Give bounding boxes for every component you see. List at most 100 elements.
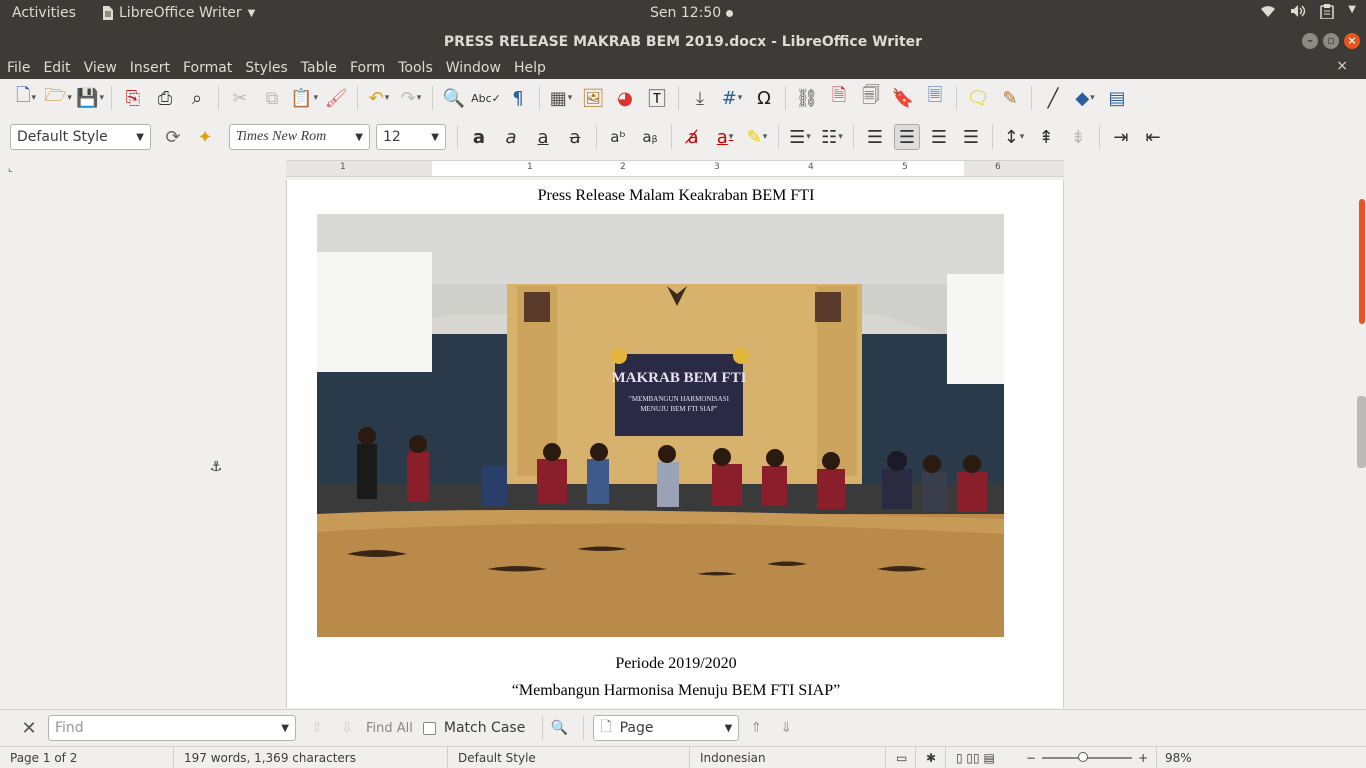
menu-file[interactable]: File <box>0 60 37 76</box>
insert-cross-reference-icon[interactable]: 🗏 <box>922 85 948 111</box>
insert-chart-icon[interactable]: ◕ <box>612 85 638 111</box>
sidebar-toggle-handle[interactable] <box>1357 396 1366 468</box>
word-count[interactable]: 197 words, 1,369 characters <box>174 747 448 768</box>
unordered-list-icon[interactable]: ☰ <box>787 124 813 150</box>
align-left-icon[interactable]: ☰ <box>862 124 888 150</box>
menu-table[interactable]: Table <box>295 60 344 76</box>
draw-functions-icon[interactable]: ▤ <box>1104 85 1130 111</box>
bold-icon[interactable]: a <box>466 124 492 150</box>
menu-styles[interactable]: Styles <box>239 60 294 76</box>
subscript-icon[interactable]: aᵦ <box>637 124 663 150</box>
insert-field-icon[interactable]: # <box>719 85 745 111</box>
formatting-marks-icon[interactable]: ¶ <box>505 85 531 111</box>
menu-help[interactable]: Help <box>508 60 553 76</box>
insert-image-icon[interactable]: 🖼 <box>580 85 606 111</box>
horizontal-ruler[interactable]: 1 1 2 3 4 5 6 <box>286 160 1064 177</box>
view-layout-icons[interactable]: ▯ ▯▯ ▤ <box>946 747 1016 768</box>
find-next-icon[interactable]: ⇩ <box>336 717 358 739</box>
insert-hyperlink-icon[interactable]: ⛓ <box>794 85 820 111</box>
insert-textbox-icon[interactable]: 🅃 <box>644 85 670 111</box>
clear-formatting-icon[interactable]: a̸ <box>680 124 706 150</box>
navigate-previous-icon[interactable]: ⇑ <box>745 717 767 739</box>
superscript-icon[interactable]: aᵇ <box>605 124 631 150</box>
menu-tools[interactable]: Tools <box>392 60 440 76</box>
zoom-percentage[interactable]: 98% <box>1156 747 1200 768</box>
track-changes-icon[interactable]: ✎ <box>997 85 1023 111</box>
clock[interactable]: Sen 12:50 <box>650 5 734 21</box>
copy-icon[interactable]: ⧉ <box>259 85 285 111</box>
find-previous-icon[interactable]: ⇧ <box>306 717 328 739</box>
spelling-icon[interactable]: Abc✓ <box>471 85 501 111</box>
font-name-select[interactable]: Times New Rom ▼ <box>229 124 370 150</box>
insert-endnote-icon[interactable]: 🗐 <box>858 85 884 111</box>
activities-button[interactable]: Activities <box>12 5 76 21</box>
menu-window[interactable]: Window <box>440 60 508 76</box>
print-preview-icon[interactable]: ⌕ <box>184 85 210 111</box>
find-replace-icon[interactable]: 🔍 <box>441 85 467 111</box>
export-pdf-icon[interactable]: ⎘ <box>120 85 146 111</box>
save-icon[interactable]: 💾 <box>76 85 103 111</box>
underline-icon[interactable]: a <box>530 124 556 150</box>
insert-footnote-icon[interactable]: 🗎 <box>826 85 852 111</box>
find-all-button[interactable]: Find All <box>366 721 413 736</box>
find-replace-icon[interactable]: 🔍 <box>548 717 570 739</box>
close-icon[interactable]: × <box>1344 33 1360 49</box>
align-right-icon[interactable]: ☰ <box>926 124 952 150</box>
cut-icon[interactable]: ✂ <box>227 85 253 111</box>
navigate-next-icon[interactable]: ⇓ <box>775 717 797 739</box>
system-tray[interactable]: ▼ <box>1260 4 1356 19</box>
zoom-track[interactable] <box>1042 751 1133 762</box>
page-style[interactable]: Default Style <box>448 747 690 768</box>
minimize-icon[interactable]: – <box>1302 33 1318 49</box>
zoom-thumb[interactable] <box>1078 751 1089 762</box>
anchor-icon[interactable]: ⚓ <box>207 459 225 477</box>
zoom-slider[interactable]: − + <box>1016 747 1156 768</box>
document-modified-icon[interactable]: ✱ <box>916 747 946 768</box>
menu-insert[interactable]: Insert <box>124 60 177 76</box>
language[interactable]: Indonesian <box>690 747 886 768</box>
close-find-icon[interactable]: ✕ <box>18 717 40 739</box>
decrease-indent-icon[interactable]: ⇤ <box>1140 124 1166 150</box>
paragraph-style-select[interactable]: Default Style ▼ <box>10 124 151 150</box>
strikethrough-icon[interactable]: a <box>562 124 588 150</box>
header-text[interactable]: Press Release Malam Keakraban BEM FTI <box>287 187 1065 205</box>
undo-icon[interactable]: ↶ <box>366 85 392 111</box>
insert-comment-icon[interactable]: 🗨 <box>965 85 991 111</box>
tab-stop-corner-icon[interactable]: ⌞ <box>8 163 13 174</box>
find-input[interactable]: Find ▼ <box>48 715 296 741</box>
increase-indent-icon[interactable]: ⇥ <box>1108 124 1134 150</box>
ordered-list-icon[interactable]: ☷ <box>819 124 845 150</box>
period-text[interactable]: Periode 2019/2020 <box>287 655 1065 673</box>
insert-table-icon[interactable]: ▦ <box>548 85 574 111</box>
align-center-icon[interactable]: ☰ <box>894 124 920 150</box>
update-style-icon[interactable]: ⟳ <box>160 124 186 150</box>
paste-icon[interactable]: 📋 <box>290 85 317 111</box>
insert-special-character-icon[interactable]: Ω <box>751 85 777 111</box>
search-scope-select[interactable]: 🗋 Page ▼ <box>593 715 740 741</box>
line-spacing-icon[interactable]: ↕ <box>1001 124 1027 150</box>
font-color-icon[interactable]: a <box>712 124 738 150</box>
menu-view[interactable]: View <box>78 60 124 76</box>
menu-format[interactable]: Format <box>177 60 239 76</box>
maximize-icon[interactable]: ▫ <box>1323 33 1339 49</box>
increase-paragraph-spacing-icon[interactable]: ⇞ <box>1033 124 1059 150</box>
zoom-in-icon[interactable]: + <box>1138 751 1148 765</box>
new-style-icon[interactable]: ✦ <box>192 124 218 150</box>
match-case-checkbox[interactable] <box>422 721 436 735</box>
app-menu[interactable]: LibreOffice Writer ▼ <box>102 5 255 21</box>
close-document-icon[interactable]: × <box>1336 58 1348 74</box>
basic-shapes-icon[interactable]: ◆ <box>1072 85 1098 111</box>
insert-page-break-icon[interactable]: ⤓ <box>687 85 713 111</box>
document-page[interactable]: Press Release Malam Keakraban BEM FTI MA… <box>286 180 1064 708</box>
print-icon[interactable]: ⎙ <box>152 85 178 111</box>
decrease-paragraph-spacing-icon[interactable]: ⇟ <box>1065 124 1091 150</box>
font-size-select[interactable]: 12 ▼ <box>376 124 446 150</box>
insert-line-icon[interactable]: ╱ <box>1040 85 1066 111</box>
redo-icon[interactable]: ↷ <box>398 85 424 111</box>
page-indicator[interactable]: Page 1 of 2 <box>0 747 174 768</box>
menu-form[interactable]: Form <box>344 60 392 76</box>
insert-bookmark-icon[interactable]: 🔖 <box>890 85 916 111</box>
zoom-out-icon[interactable]: − <box>1026 751 1036 765</box>
slogan-text[interactable]: “Membangun Harmonisa Menuju BEM FTI SIAP… <box>287 682 1065 700</box>
highlight-color-icon[interactable]: ✎ <box>744 124 770 150</box>
